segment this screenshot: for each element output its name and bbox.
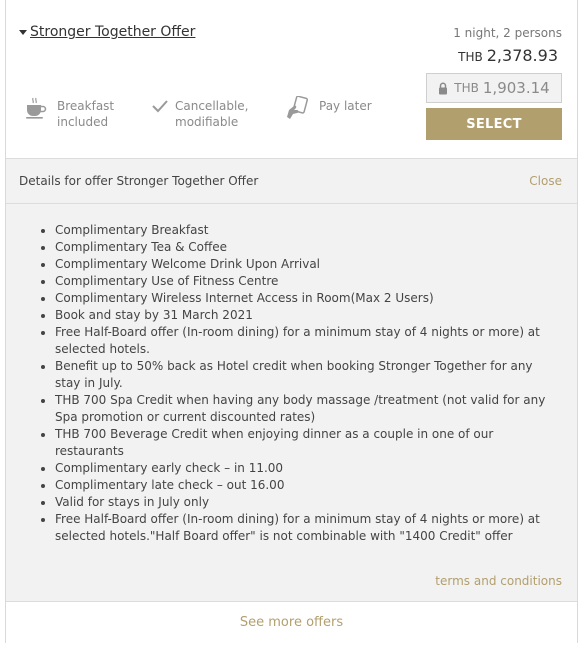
coffee-cup-icon xyxy=(26,97,47,119)
list-item: THB 700 Beverage Credit when enjoying di… xyxy=(55,426,555,460)
see-more-offers-button[interactable]: See more offers xyxy=(6,601,577,643)
offer-price: THB 2,378.93 xyxy=(458,46,558,65)
price-currency: THB xyxy=(458,50,483,64)
list-item: Complimentary Tea & Coffee xyxy=(55,239,555,256)
list-item: Complimentary late check – out 16.00 xyxy=(55,477,555,494)
details-panel: Complimentary Breakfast Complimentary Te… xyxy=(6,204,577,601)
list-item: Free Half-Board offer (In-room dining) f… xyxy=(55,511,555,545)
list-item: Benefit up to 50% back as Hotel credit w… xyxy=(55,358,555,392)
details-header: Details for offer Stronger Together Offe… xyxy=(6,158,577,204)
list-item: Complimentary early check – in 11.00 xyxy=(55,460,555,477)
list-item: Complimentary Welcome Drink Upon Arrival xyxy=(55,256,555,273)
close-details-link[interactable]: Close xyxy=(529,174,562,188)
hand-card-icon xyxy=(287,96,309,119)
price-amount: 2,378.93 xyxy=(486,46,558,65)
list-item: THB 700 Spa Credit when having any body … xyxy=(55,392,555,426)
list-item: Complimentary Use of Fitness Centre xyxy=(55,273,555,290)
feature-breakfast-label: Breakfast included xyxy=(57,99,115,129)
list-item: Valid for stays in July only xyxy=(55,494,555,511)
select-button[interactable]: SELECT xyxy=(426,108,562,140)
caret-down-icon xyxy=(19,30,27,35)
list-item: Complimentary Breakfast xyxy=(55,222,555,239)
checkmark-icon xyxy=(152,100,168,113)
offer-card: Stronger Together Offer 1 night, 2 perso… xyxy=(5,0,578,643)
feature-breakfast: Breakfast included xyxy=(24,97,127,130)
offer-title: Stronger Together Offer xyxy=(30,24,196,40)
occupancy-text: 1 night, 2 persons xyxy=(453,26,562,40)
feature-pay-later: Pay later xyxy=(286,96,389,120)
member-price-amount: 1,903.14 xyxy=(482,79,550,97)
lock-icon xyxy=(439,82,448,94)
details-title: Details for offer Stronger Together Offe… xyxy=(19,174,259,188)
benefits-list: Complimentary Breakfast Complimentary Te… xyxy=(55,222,555,545)
terms-and-conditions-link[interactable]: terms and conditions xyxy=(435,574,562,588)
list-item: Complimentary Wireless Internet Access i… xyxy=(55,290,555,307)
offer-summary: Stronger Together Offer 1 night, 2 perso… xyxy=(6,0,577,158)
list-item: Book and stay by 31 March 2021 xyxy=(55,307,555,324)
list-item: Free Half-Board offer (In-room dining) f… xyxy=(55,324,555,358)
feature-cancellable-label: Cancellable, modifiable xyxy=(175,99,249,129)
member-price-currency: THB xyxy=(454,81,479,95)
member-price: THB 1,903.14 xyxy=(426,73,562,103)
offer-title-toggle[interactable]: Stronger Together Offer xyxy=(19,24,195,40)
feature-cancellable: Cancellable, modifiable xyxy=(151,98,249,130)
feature-pay-later-label: Pay later xyxy=(319,99,372,113)
